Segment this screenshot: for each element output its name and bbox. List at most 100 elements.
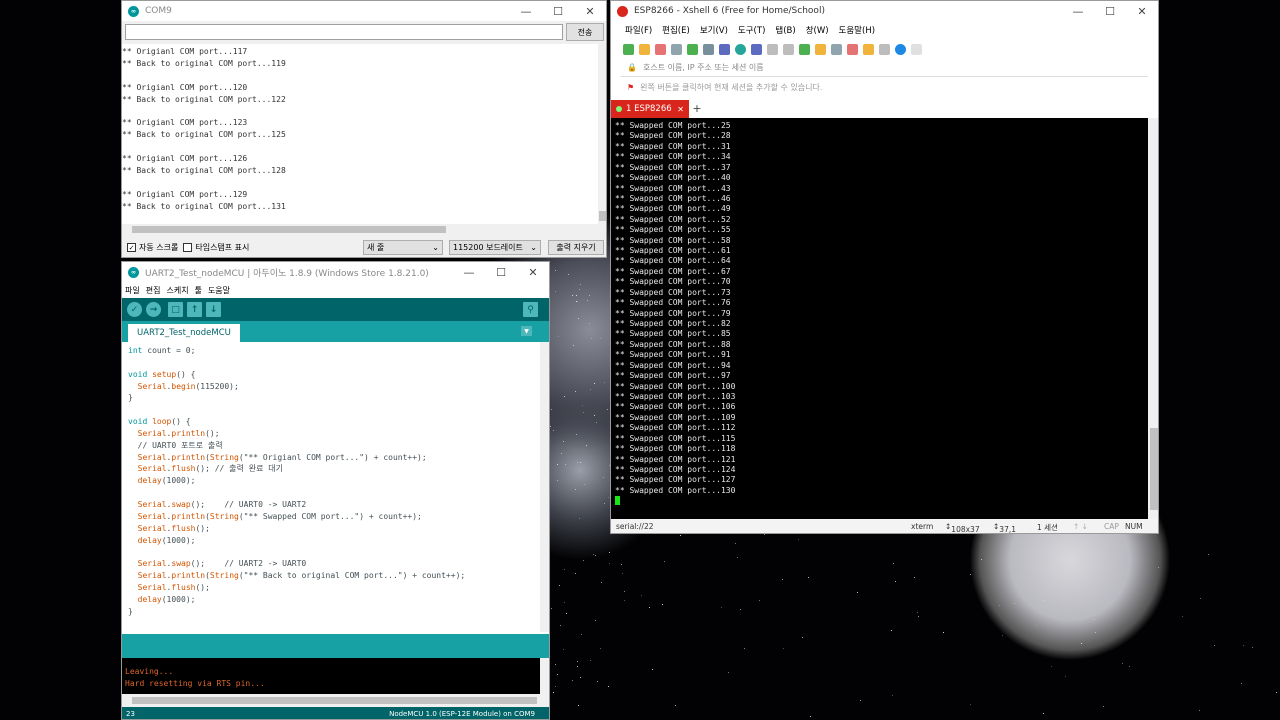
baud-rate-select[interactable]: 115200 보드레이트 ⌄ <box>449 240 541 255</box>
terminal-line: ** Swapped COM port...28 <box>615 131 731 141</box>
add-tab-icon[interactable]: + <box>691 102 703 115</box>
expand-icon[interactable] <box>799 43 810 55</box>
upload-arrow-icon[interactable]: → <box>146 302 161 317</box>
options-icon[interactable] <box>879 43 890 55</box>
star <box>553 429 555 431</box>
menu-item-0[interactable]: 파일(F) <box>625 24 652 36</box>
chevron-down-icon[interactable]: ▼ <box>521 326 532 336</box>
menu-item-1[interactable]: 편집 <box>146 285 161 296</box>
menu-item-3[interactable]: 도구(T) <box>738 24 765 36</box>
output-line: ** Back to original COM port...128 <box>122 166 286 176</box>
maximize-icon[interactable]: ☐ <box>542 1 574 21</box>
lock-icon[interactable] <box>815 43 826 55</box>
star <box>740 608 742 610</box>
code-line: } <box>128 393 133 403</box>
font-icon[interactable] <box>751 43 762 55</box>
script-icon[interactable] <box>767 43 778 55</box>
xshell-titlebar[interactable]: ESP8266 - Xshell 6 (Free for Home/School… <box>611 1 1158 21</box>
terminal-line: ** Swapped COM port...31 <box>615 141 731 151</box>
line-ending-value: 새 줄 <box>367 243 385 252</box>
scroll-thumb[interactable] <box>132 226 446 233</box>
vertical-scrollbar[interactable] <box>598 44 606 224</box>
menu-item-2[interactable]: 스케치 <box>166 285 188 296</box>
autoscroll-checkbox[interactable]: ✓ 자동 스크롤 <box>127 242 178 253</box>
star <box>857 592 859 594</box>
menu-item-5[interactable]: 창(W) <box>806 24 829 36</box>
xshell-toolbar <box>611 39 1158 59</box>
star <box>808 577 810 579</box>
vertical-scrollbar[interactable] <box>540 342 549 632</box>
star <box>583 560 585 562</box>
serial-monitor-titlebar[interactable]: ∞ COM9 — ☐ ✕ <box>122 1 606 21</box>
address-bar[interactable]: 🔒 호스트 이름, IP 주소 또는 세션 이름 <box>621 59 1148 77</box>
fullscreen-icon[interactable] <box>783 43 794 55</box>
help-icon[interactable] <box>895 43 906 55</box>
minimize-icon[interactable]: — <box>510 1 542 21</box>
maximize-icon[interactable]: ☐ <box>1094 1 1126 21</box>
terminal-output[interactable]: ** Swapped COM port...25 ** Swapped COM p… <box>611 118 1148 519</box>
menu-item-4[interactable]: 도움말 <box>208 285 230 296</box>
minimize-icon[interactable]: — <box>453 262 485 282</box>
star <box>1252 647 1254 649</box>
open-file-icon[interactable]: ↑ <box>187 302 202 317</box>
minimize-icon[interactable]: — <box>1062 1 1094 21</box>
timestamp-checkbox[interactable]: 타임스탬프 표시 <box>183 242 249 253</box>
line-ending-select[interactable]: 새 줄 ⌄ <box>363 240 443 255</box>
copy-icon[interactable] <box>671 43 682 55</box>
menu-item-6[interactable]: 도움말(H) <box>839 24 875 36</box>
star <box>624 599 626 601</box>
open-folder-icon[interactable] <box>639 43 650 55</box>
star <box>623 590 625 592</box>
menu-item-1[interactable]: 편집(E) <box>662 24 690 36</box>
maximize-icon[interactable]: ☐ <box>485 262 517 282</box>
menu-item-4[interactable]: 탭(B) <box>775 24 795 36</box>
close-icon[interactable]: ✕ <box>574 1 606 21</box>
search-icon[interactable] <box>703 43 714 55</box>
send-input[interactable] <box>125 24 563 40</box>
highlight-icon[interactable] <box>847 43 858 55</box>
star <box>557 673 559 675</box>
window-title: ESP8266 - Xshell 6 (Free for Home/School… <box>634 6 825 16</box>
star <box>576 433 578 435</box>
terminal-line: ** Swapped COM port...100 <box>615 381 736 391</box>
close-icon[interactable]: ✕ <box>677 105 684 114</box>
scroll-thumb[interactable] <box>599 211 606 221</box>
clear-output-button[interactable]: 출력 지우기 <box>548 240 604 255</box>
scroll-thumb[interactable] <box>132 697 537 704</box>
output-line: ** Origianl COM port...117 <box>122 47 248 56</box>
arduino-titlebar[interactable]: ∞ UART2_Test_nodeMCU | 아두이노 1.8.9 (Windo… <box>122 262 549 282</box>
tab-sketch[interactable]: UART2_Test_nodeMCU <box>128 324 240 342</box>
scroll-thumb[interactable] <box>1150 428 1158 510</box>
transfer-icon[interactable] <box>687 43 698 55</box>
plugin-icon[interactable] <box>863 43 874 55</box>
code-line: Serial.println(); <box>137 428 220 438</box>
new-session-icon[interactable] <box>623 43 634 55</box>
star <box>1157 567 1159 569</box>
star <box>651 669 653 671</box>
new-file-icon[interactable]: □ <box>168 302 183 317</box>
star <box>564 601 566 603</box>
close-icon[interactable]: ✕ <box>517 262 549 282</box>
layout-icon[interactable] <box>719 43 730 55</box>
close-icon[interactable]: ✕ <box>1126 1 1158 21</box>
code-line: Serial.println(String("** Origianl COM p… <box>137 452 427 462</box>
code-editor[interactable]: int count = 0; void setup() { Serial.beg… <box>122 342 540 632</box>
keyboard-icon[interactable] <box>831 43 842 55</box>
menu-item-2[interactable]: 보기(V) <box>700 24 728 36</box>
save-file-icon[interactable]: ↓ <box>206 302 221 317</box>
verify-check-icon[interactable]: ✓ <box>127 302 142 317</box>
menu-item-3[interactable]: 툴 <box>195 285 202 296</box>
menu-item-0[interactable]: 파일 <box>125 285 140 296</box>
terminal-line: ** Swapped COM port...106 <box>615 402 736 412</box>
arduino-app-icon: ∞ <box>128 5 139 17</box>
vertical-scrollbar[interactable] <box>540 658 549 694</box>
chat-icon[interactable] <box>911 43 922 55</box>
star <box>609 552 611 554</box>
send-button[interactable]: 전송 <box>566 23 604 41</box>
disconnect-icon[interactable] <box>655 43 666 55</box>
tab-esp8266[interactable]: 1 ESP8266 ✕ <box>611 100 689 118</box>
chevron-down-icon: ⌄ <box>432 243 439 252</box>
color-scheme-icon[interactable] <box>735 43 746 55</box>
serial-monitor-icon[interactable]: ⚲ <box>523 302 538 317</box>
